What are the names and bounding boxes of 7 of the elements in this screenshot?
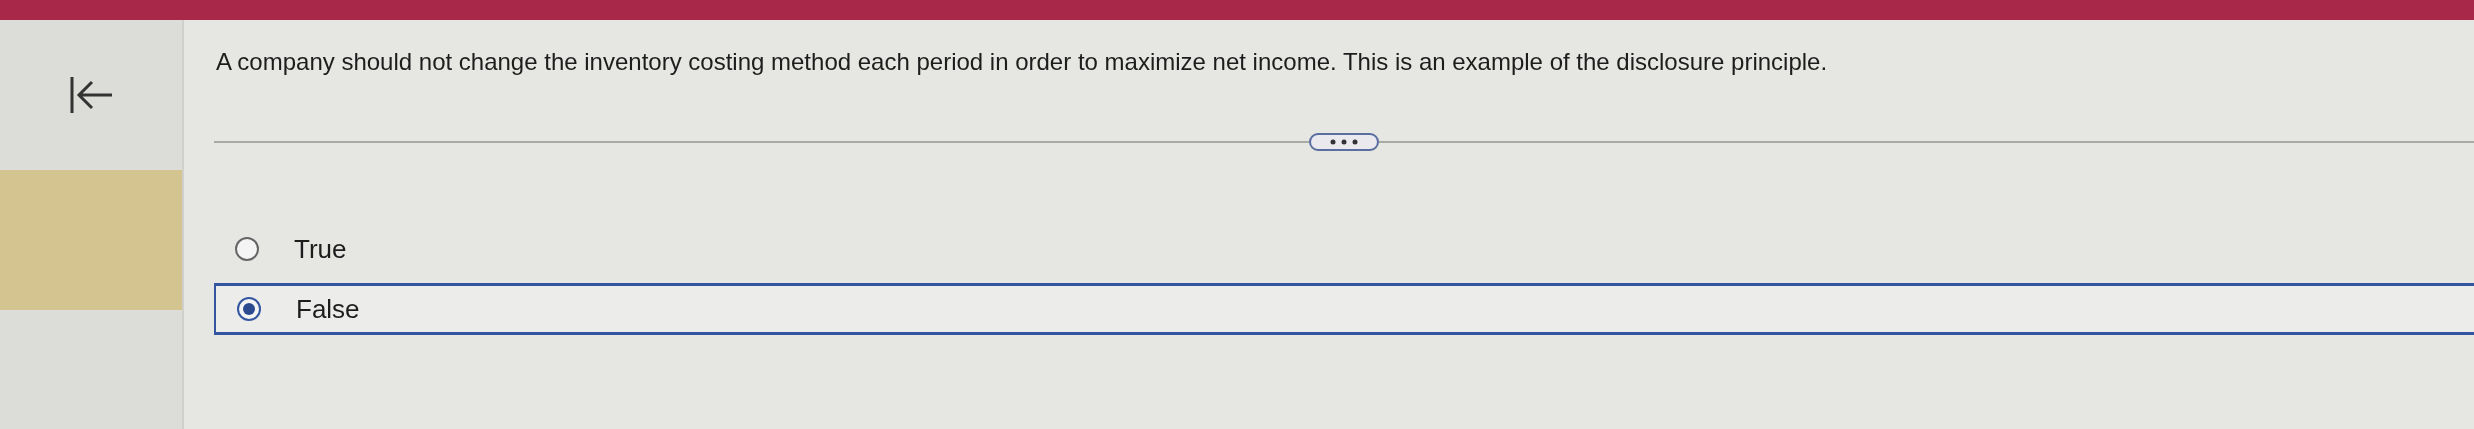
radio-button[interactable] — [234, 236, 260, 263]
answer-option[interactable]: True — [214, 223, 2474, 276]
more-icon — [1329, 139, 1359, 146]
answer-option[interactable]: False — [214, 283, 2474, 336]
radio-button[interactable] — [236, 296, 262, 323]
more-button[interactable] — [1309, 133, 1379, 152]
question-text: A company should not change the inventory costing method each period in order to maximize net income. This is an example of the disclosure principle. — [216, 47, 1829, 77]
